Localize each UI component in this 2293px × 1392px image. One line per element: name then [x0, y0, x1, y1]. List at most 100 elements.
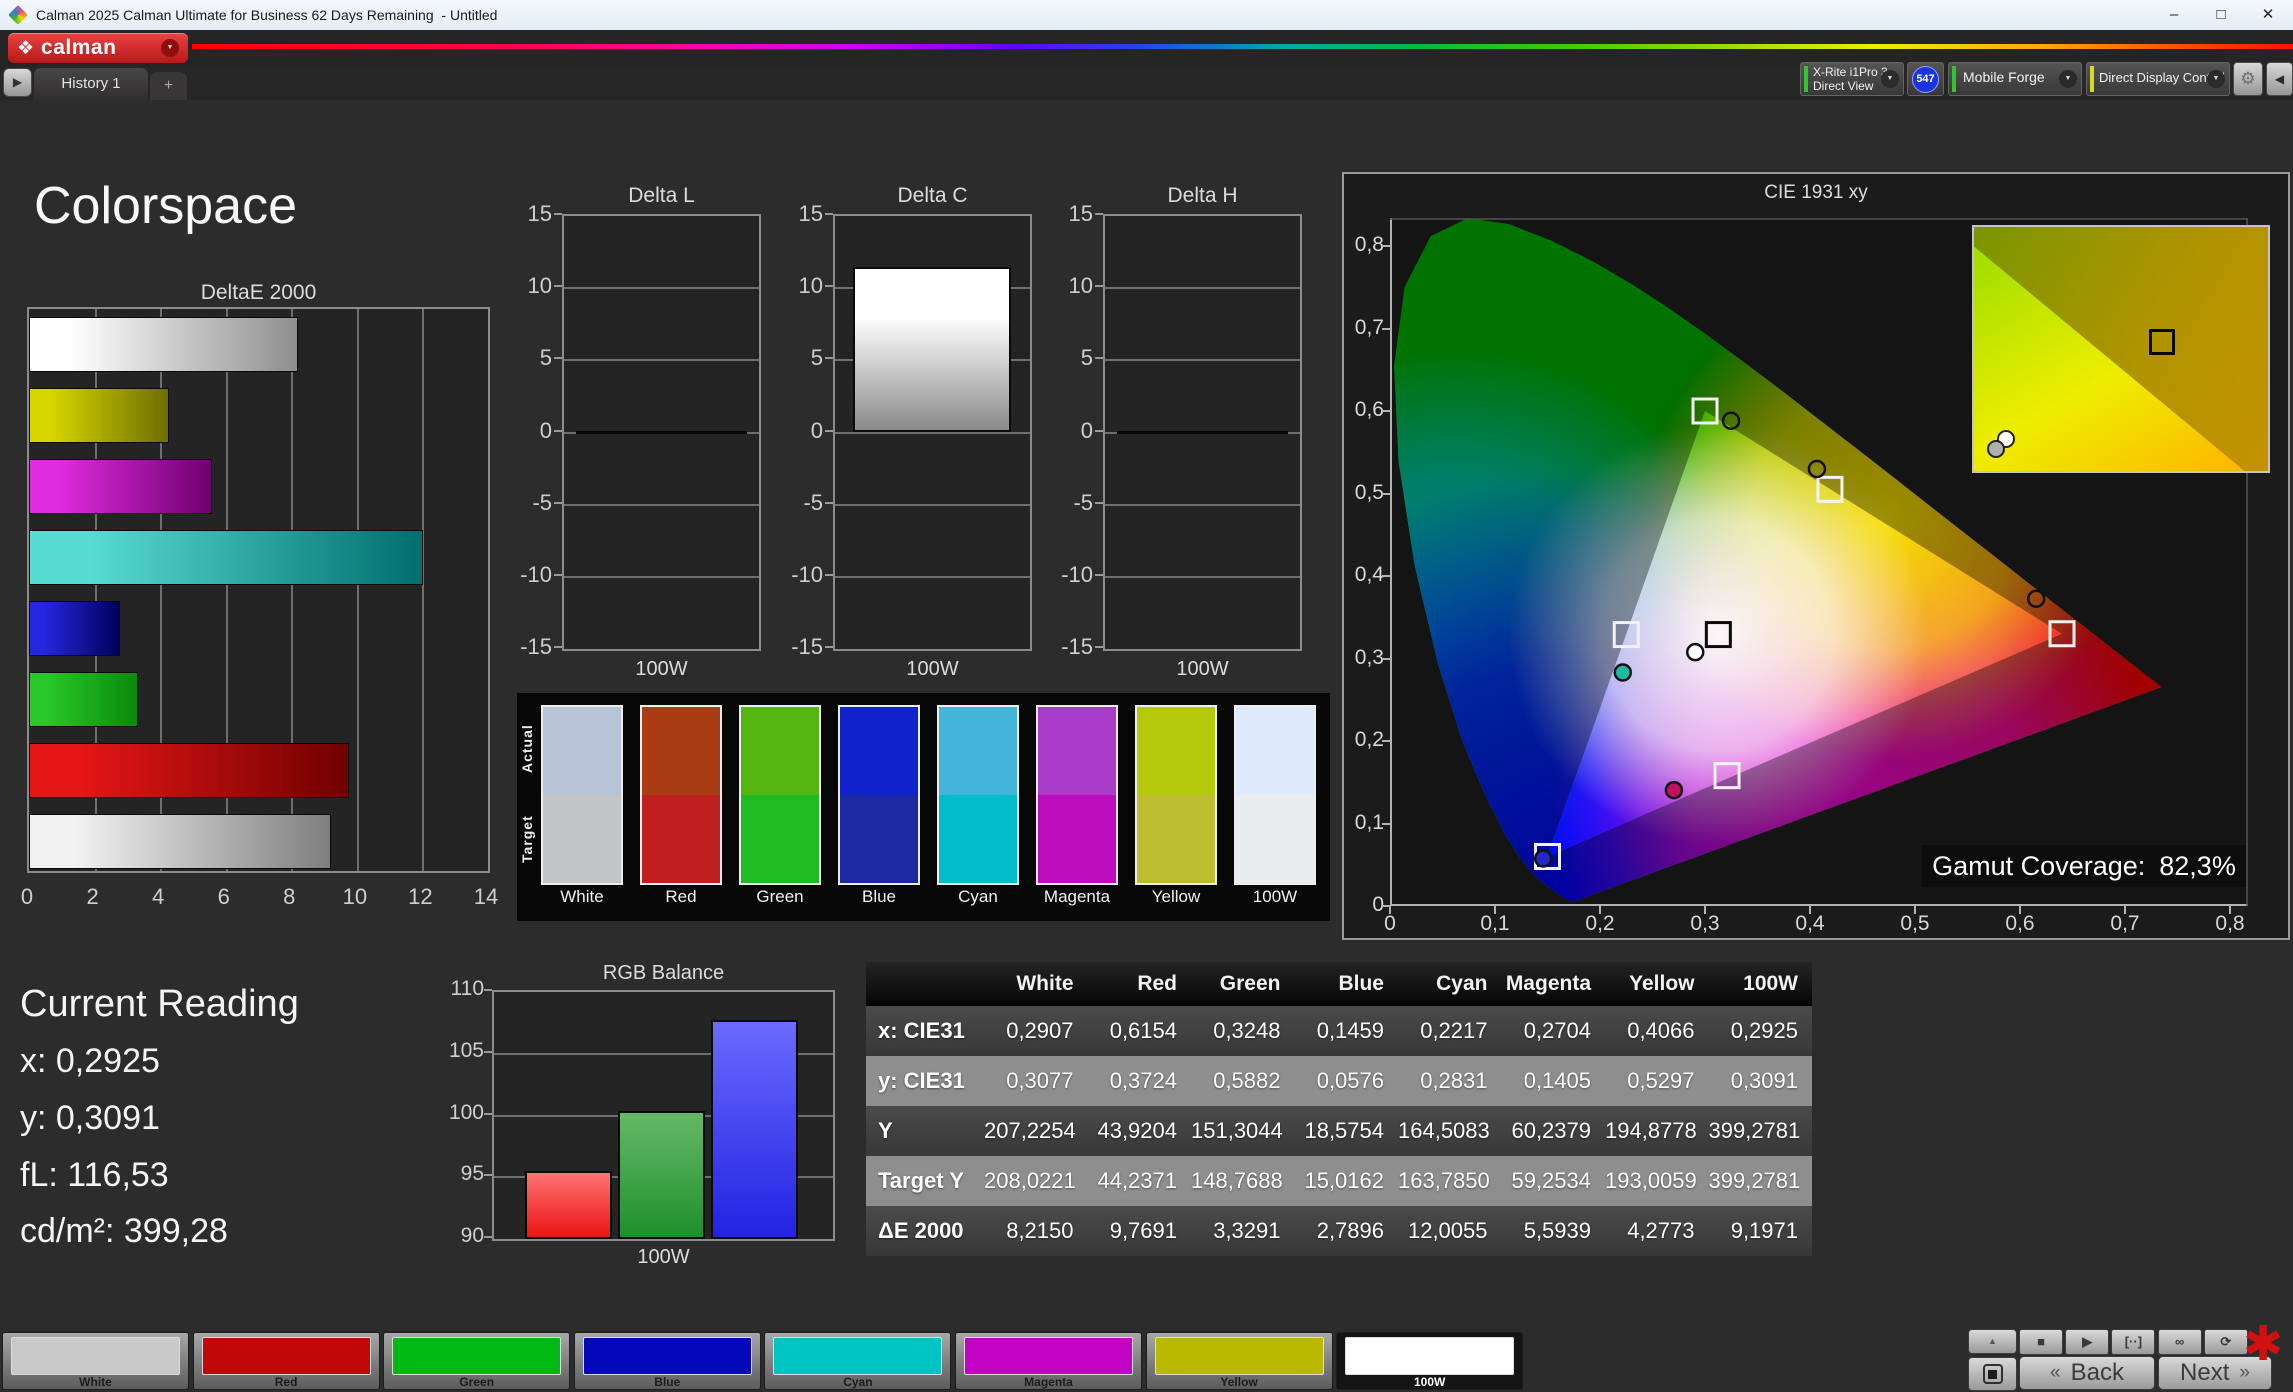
delta-h-xlabel: 100W [1103, 658, 1302, 681]
table-cell: 0,3091 [1709, 1056, 1813, 1106]
cie-y-tick-label: 0,4 [1340, 563, 1384, 587]
delta-gridline [564, 359, 759, 361]
delta-tick-label: -5 [506, 490, 552, 516]
pattern-tile-yellow[interactable]: Yellow [1146, 1332, 1333, 1390]
table-cell: 3,3291 [1191, 1206, 1295, 1256]
window-title: Calman 2025 Calman Ultimate for Business… [36, 0, 497, 30]
deltae-bar-magenta [29, 459, 212, 514]
comparison-column-label: White [541, 887, 623, 907]
white-measured [1687, 644, 1703, 660]
target-color [642, 795, 720, 883]
delta-tick-label: -10 [1047, 562, 1093, 588]
meter-dropdown[interactable]: X-Rite i1Pro 3 Direct View ▼ [1800, 62, 1904, 96]
pattern-tile-red[interactable]: Red [193, 1332, 380, 1390]
delta-tick-label: 15 [1047, 201, 1093, 227]
table-cell: 44,2371 [1088, 1156, 1192, 1206]
chevron-down-icon: ▼ [161, 39, 179, 57]
back-button[interactable]: « Back [2019, 1356, 2155, 1390]
table-row-label: x: CIE31 [866, 1006, 984, 1056]
cie-x-tick-label: 0,2 [1570, 912, 1630, 936]
table-corner-cell [866, 962, 984, 1006]
calman-logo-text: calman [41, 36, 154, 60]
actual-color [642, 707, 720, 795]
table-row: y: CIE310,30770,37240,58820,05760,28310,… [866, 1056, 1812, 1106]
comparison-swatch-white [541, 705, 623, 885]
pattern-tile-cyan[interactable]: Cyan [764, 1332, 951, 1390]
step-button[interactable]: [··] [2111, 1329, 2155, 1355]
pattern-tile-100w[interactable]: 100W [1336, 1332, 1523, 1390]
play-button[interactable]: ▶ [2065, 1329, 2109, 1355]
actual-color [741, 707, 819, 795]
delta-c-chart [833, 214, 1032, 651]
stop-measurement-button[interactable] [1968, 1357, 2017, 1391]
delta-tick-mark [1095, 574, 1103, 576]
delta-gridline [1105, 287, 1300, 289]
table-row-label: ΔE 2000 [866, 1206, 984, 1256]
collapse-transport-button[interactable]: ▲ [1968, 1329, 2017, 1354]
cie-x-tick-mark [2229, 906, 2231, 914]
inset-yellow-target-square [2149, 329, 2175, 355]
add-tab-button[interactable]: + [150, 72, 187, 100]
delta-tick-label: 10 [506, 273, 552, 299]
delta-tick-label: 0 [777, 418, 823, 444]
rgb-tick-mark [484, 1236, 492, 1238]
pattern-tile-blue[interactable]: Blue [574, 1332, 761, 1390]
session-play-button[interactable]: ▶ [3, 68, 32, 97]
pattern-tile-label: Green [384, 1375, 569, 1389]
page-title: Colorspace [34, 176, 297, 236]
delta-tick-mark [825, 502, 833, 504]
loop-button[interactable]: ∞ [2158, 1329, 2202, 1355]
collapse-panel-button[interactable]: ◀ [2266, 62, 2293, 96]
rainbow-gradient-bar [192, 44, 2293, 49]
rgb-bar-blue [711, 1020, 798, 1239]
close-button[interactable]: ✕ [2246, 0, 2290, 30]
delta-gridline [835, 504, 1030, 506]
cie-x-tick-mark [1914, 906, 1916, 914]
pattern-tile-magenta[interactable]: Magenta [955, 1332, 1142, 1390]
minimize-button[interactable]: – [2152, 0, 2196, 30]
deltae-gridline [422, 309, 424, 871]
deltae-bar-white [29, 317, 298, 372]
cie-zoom-inset [1972, 225, 2270, 473]
table-row: x: CIE310,29070,61540,32480,14590,22170,… [866, 1006, 1812, 1056]
table-cell: 15,0162 [1295, 1156, 1399, 1206]
rgb-tick-label: 95 [440, 1162, 484, 1186]
table-cell: 9,7691 [1088, 1206, 1192, 1256]
deltae-axis-label: 4 [138, 884, 178, 910]
table-column-header: White [984, 962, 1088, 1006]
settings-gear-button[interactable]: ⚙ [2233, 62, 2263, 96]
delta-tick-label: -15 [777, 634, 823, 660]
cie-y-tick-mark [1382, 493, 1390, 495]
table-cell: 8,2150 [984, 1206, 1088, 1256]
delta-gridline [1105, 504, 1300, 506]
table-cell: 43,9204 [1088, 1106, 1192, 1156]
comparison-swatch-red [640, 705, 722, 885]
calman-menu-button[interactable]: ❖ calman ▼ [8, 33, 188, 63]
meter-reading-badge-button[interactable]: 547 [1907, 62, 1944, 96]
delta-tick-mark [825, 357, 833, 359]
delta-tick-mark [554, 213, 562, 215]
display-control-name: Direct Display Control [2099, 70, 2225, 85]
table-cell: 60,2379 [1502, 1106, 1606, 1156]
calman-application-window: Calman 2025 Calman Ultimate for Business… [0, 0, 2293, 1392]
deltae-axis-label: 0 [7, 884, 47, 910]
tab-history-1[interactable]: History 1 [34, 68, 148, 100]
display-control-status-stripe [2090, 66, 2094, 92]
display-control-dropdown[interactable]: Direct Display Control ▼ [2086, 62, 2230, 96]
stop-button[interactable]: ■ [2019, 1329, 2063, 1355]
maximize-button[interactable]: □ [2199, 0, 2243, 30]
rgb-tick-label: 105 [440, 1039, 484, 1063]
table-row: ΔE 20008,21509,76913,32912,789612,00555,… [866, 1206, 1812, 1256]
delta-tick-mark [1095, 213, 1103, 215]
delta-tick-label: -5 [1047, 490, 1093, 516]
table-cell: 0,4066 [1605, 1006, 1709, 1056]
pattern-tile-green[interactable]: Green [383, 1332, 570, 1390]
delta_h-zero-line [1117, 431, 1288, 434]
refresh-button[interactable]: ⟳ [2204, 1329, 2248, 1355]
delta-tick-mark [825, 285, 833, 287]
pattern-tile-white[interactable]: White [2, 1332, 189, 1390]
comparison-swatch-blue [838, 705, 920, 885]
cie-x-tick-label: 0 [1360, 912, 1420, 936]
cie-y-tick-mark [1382, 328, 1390, 330]
source-dropdown[interactable]: Mobile Forge ▼ [1948, 62, 2082, 96]
